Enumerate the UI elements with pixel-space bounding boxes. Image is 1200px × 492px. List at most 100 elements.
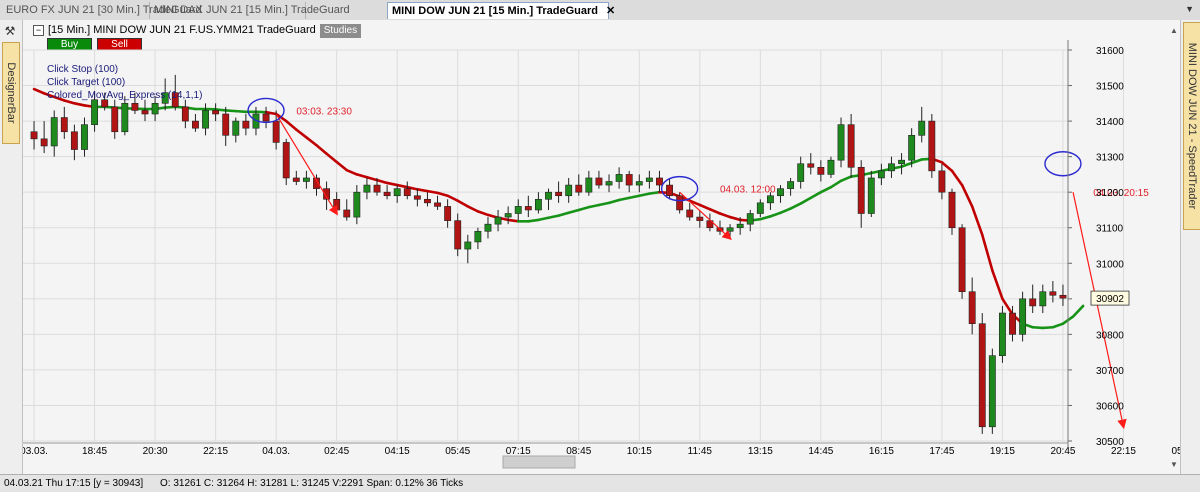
speedtrader-label: MINI DOW JUN 21 - SpeedTrader (1186, 43, 1198, 209)
y-tick-label: 31000 (1096, 259, 1124, 270)
right-sidebar: MINI DOW JUN 21 - SpeedTrader (1180, 20, 1200, 474)
candle-body (626, 174, 632, 185)
speedtrader-tab[interactable]: MINI DOW JUN 21 - SpeedTrader (1183, 22, 1200, 230)
designer-bar-tab[interactable]: DesignerBar (2, 42, 20, 144)
candle-body (828, 160, 834, 174)
candle-body (495, 217, 501, 224)
candle-body (848, 125, 854, 168)
candle-body (586, 178, 592, 192)
candle-body (616, 174, 622, 181)
ma-segment (236, 111, 246, 112)
x-tick-label: 05.00 (1171, 446, 1180, 457)
x-tick-label: 04:15 (385, 446, 410, 457)
candle-body (475, 231, 481, 242)
candle-body (898, 160, 904, 164)
candle-body (374, 185, 380, 192)
candle-body (485, 224, 491, 231)
left-sidebar: ⚒ DesignerBar (0, 20, 23, 474)
candle-body (444, 206, 450, 220)
candle-body (223, 114, 229, 135)
candle-body (31, 132, 37, 139)
candle-body (1040, 292, 1046, 306)
candle-body (303, 178, 309, 182)
candle-body (91, 100, 97, 125)
candle-body (202, 110, 208, 128)
candle-body (51, 118, 57, 146)
candle-body (293, 178, 299, 182)
x-tick-label: 16:15 (869, 446, 894, 457)
candle-body (979, 324, 985, 427)
tab-bar: EURO FX JUN 21 [30 Min.] TradeGuard MINI… (0, 0, 1200, 21)
candle-body (182, 107, 188, 121)
candle-body (515, 206, 521, 213)
candle-body (545, 192, 551, 199)
candle-body (132, 103, 138, 110)
trade-annotation: 04.03. 12:00 (720, 185, 776, 196)
x-tick-label: 11:45 (688, 446, 713, 457)
candle-body (929, 121, 935, 171)
ma-segment (528, 220, 538, 221)
candle-body (989, 356, 995, 427)
x-axis: 03.03.18:4520:3022:1504.03.02:4504:1505:… (23, 443, 1180, 457)
candle-body (61, 118, 67, 132)
tab-euro-fx[interactable]: EURO FX JUN 21 [30 Min.] TradeGuard (2, 2, 150, 19)
x-tick-label: 13:15 (748, 446, 773, 457)
ma-segment (427, 191, 437, 193)
candle-body (424, 199, 430, 203)
x-tick-label: 18:45 (82, 446, 107, 457)
candle-body (838, 125, 844, 161)
candle-body (1009, 313, 1015, 334)
candle-body (999, 313, 1005, 356)
candle-body (404, 189, 410, 196)
trade-annotation: 03:03. 23:30 (296, 106, 352, 117)
status-ohlc: O: 31261 C: 31264 H: 31281 L: 31245 V:22… (160, 475, 463, 492)
candle-body (81, 125, 87, 150)
candle-body (757, 203, 763, 214)
tab-mini-dow-label: MINI DOW JUN 21 [15 Min.] TradeGuard (392, 5, 598, 17)
candle-body (41, 139, 47, 146)
y-tick-label: 30800 (1096, 330, 1124, 341)
candle-body (434, 203, 440, 207)
legend-entry: Click Target (100) (47, 77, 125, 88)
y-tick-label: 31100 (1096, 224, 1124, 235)
candle-body (71, 132, 77, 150)
candle-body (1030, 299, 1036, 306)
tab-menu-chevron-down-icon[interactable]: ▼ (1185, 4, 1194, 14)
candle-body (596, 178, 602, 185)
x-tick-label: 03.03. (23, 446, 48, 457)
candle-body (687, 210, 693, 217)
candle-body (697, 217, 703, 221)
candle-body (505, 214, 511, 218)
candle-body (414, 196, 420, 200)
x-tick-label: 19:15 (990, 446, 1015, 457)
candle-body (555, 192, 561, 196)
x-tick-label: 07:15 (506, 446, 531, 457)
ma-segment (417, 189, 427, 191)
tab-mini-dow[interactable]: MINI DOW JUN 21 [15 Min.] TradeGuard✕ (387, 2, 609, 19)
candle-body (525, 206, 531, 210)
close-icon[interactable]: ✕ (606, 5, 615, 17)
x-tick-label: 05:45 (445, 446, 470, 457)
candle-body (273, 121, 279, 142)
candle-body (576, 185, 582, 192)
designer-bar-label: DesignerBar (5, 62, 17, 123)
x-tick-label: 20:30 (143, 446, 168, 457)
candle-body (959, 228, 965, 292)
candle-body (666, 185, 672, 196)
tab-mini-dax[interactable]: MINI DAX JUN 21 [15 Min.] TradeGuard (150, 2, 306, 19)
status-bar: 04.03.21 Thu 17:15 [y = 30943] O: 31261 … (0, 474, 1200, 492)
x-tick-label: 08:45 (566, 446, 591, 457)
candle-body (868, 178, 874, 214)
candle-body (354, 192, 360, 217)
price-chart[interactable]: 03:03. 23:3004.03. 12:0004.03. 20:15 316… (23, 20, 1180, 474)
candle-body (939, 171, 945, 192)
ma-segment (1033, 327, 1043, 328)
candle-body (727, 228, 733, 232)
status-datetime: 04.03.21 Thu 17:15 [y = 30943] (4, 475, 143, 492)
candle-body (1019, 299, 1025, 335)
tools-icon[interactable]: ⚒ (3, 24, 17, 38)
horizontal-scrollbar-thumb[interactable] (503, 456, 575, 468)
candle-body (949, 192, 955, 228)
candle-body (606, 182, 612, 186)
ma-segment (226, 110, 236, 111)
